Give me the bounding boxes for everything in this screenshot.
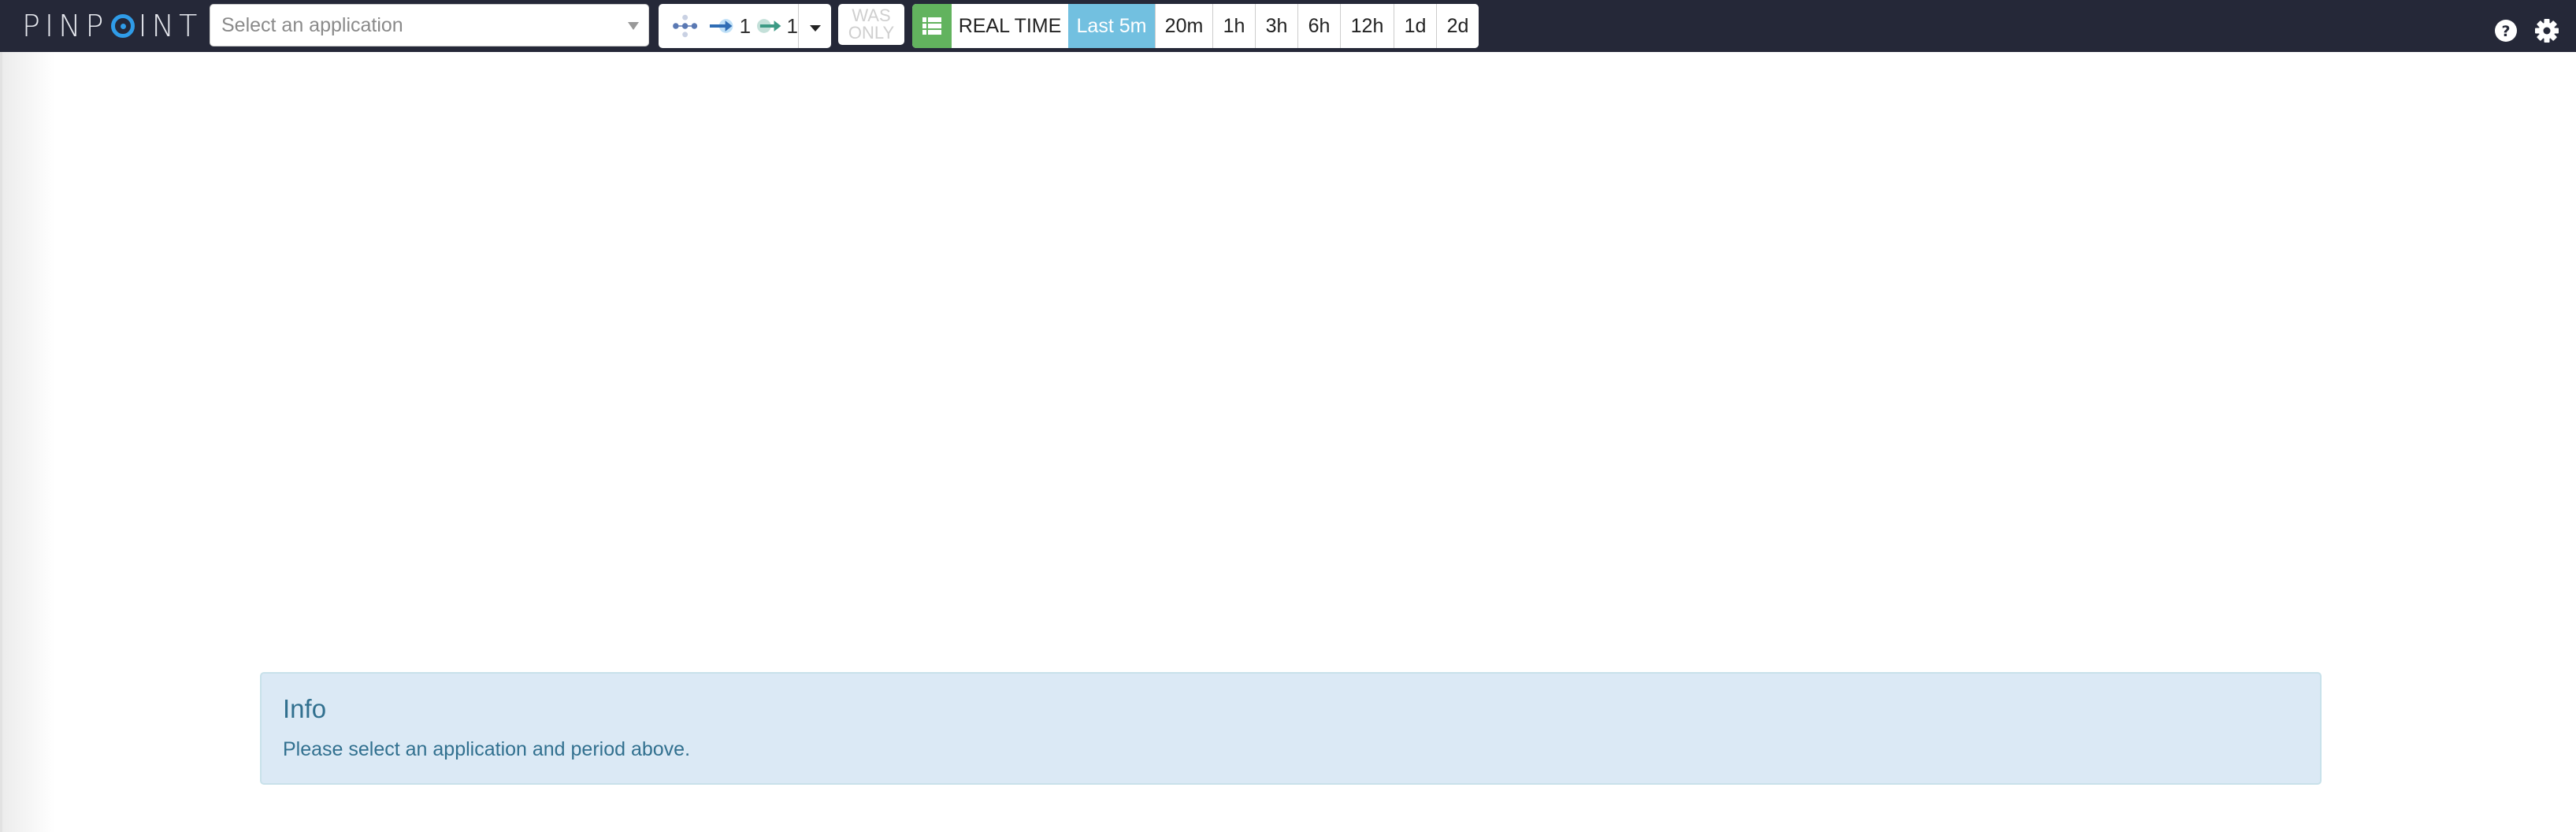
- list-view-button[interactable]: [912, 4, 952, 48]
- filter-dropdown-toggle[interactable]: [799, 4, 831, 48]
- was-only-toggle[interactable]: WAS ONLY: [838, 4, 904, 45]
- period-last-5m[interactable]: Last 5m: [1068, 4, 1155, 48]
- server-map-filter: 1 1: [659, 4, 831, 48]
- pinpoint-logo[interactable]: PINP INT: [22, 6, 202, 46]
- period-20m[interactable]: 20m: [1155, 4, 1212, 48]
- inbound-arrow-icon: [710, 19, 733, 33]
- gear-icon[interactable]: [2535, 19, 2559, 43]
- sidebar-edge: [0, 52, 55, 832]
- period-1d[interactable]: 1d: [1394, 4, 1436, 48]
- outbound-arrow-icon: [757, 19, 781, 33]
- logo-text-start: PINP: [22, 9, 109, 43]
- info-title: Info: [283, 694, 327, 723]
- was-only-line1: WAS: [852, 6, 891, 25]
- depth-filter-button[interactable]: 1 1: [659, 4, 799, 48]
- period-6h[interactable]: 6h: [1297, 4, 1340, 48]
- server-map-nodes-icon: [673, 14, 698, 38]
- info-alert: Info Please select an application and pe…: [260, 672, 2322, 785]
- list-icon: [922, 17, 941, 35]
- was-only-line2: ONLY: [848, 23, 895, 43]
- logo-target-icon: [111, 14, 135, 38]
- logo-text-end: INT: [138, 9, 202, 43]
- info-message: Please select an application and period …: [283, 738, 691, 760]
- top-navbar: PINP INT Select an application 1 1 WAS O…: [0, 0, 2576, 52]
- question-circle-icon[interactable]: ?: [2494, 19, 2518, 43]
- period-12h[interactable]: 12h: [1340, 4, 1394, 48]
- period-3h[interactable]: 3h: [1255, 4, 1297, 48]
- application-select[interactable]: Select an application: [210, 4, 649, 46]
- outbound-count: 1: [786, 13, 798, 38]
- inbound-count: 1: [739, 13, 752, 38]
- period-1h[interactable]: 1h: [1212, 4, 1255, 48]
- period-real-time[interactable]: REAL TIME: [952, 4, 1068, 48]
- caret-down-icon: [809, 25, 821, 32]
- application-select-placeholder: Select an application: [221, 13, 403, 36]
- period-2d[interactable]: 2d: [1436, 4, 1479, 48]
- chevron-down-icon: [628, 22, 639, 30]
- period-selector: REAL TIME Last 5m 20m 1h 3h 6h 12h 1d 2d: [912, 4, 1479, 48]
- svg-text:?: ?: [2501, 23, 2510, 40]
